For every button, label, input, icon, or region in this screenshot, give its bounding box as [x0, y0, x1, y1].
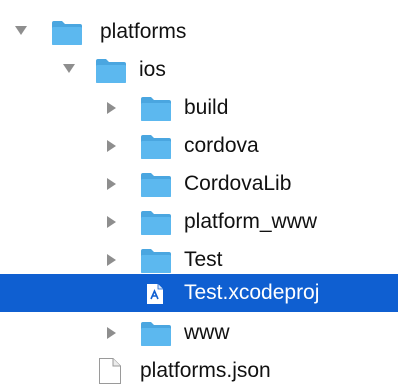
- disclosure-triangle-right-icon[interactable]: [104, 127, 122, 165]
- document-icon: [99, 358, 121, 384]
- tree-row-platform-www[interactable]: platform_www: [0, 203, 398, 241]
- tree-item-label: build: [184, 96, 229, 119]
- tree-item-label: platforms: [100, 20, 187, 43]
- folder-icon: [141, 135, 171, 159]
- tree-item-label: ios: [139, 58, 166, 81]
- tree-row-ios[interactable]: ios: [0, 51, 398, 89]
- folder-icon: [96, 59, 126, 83]
- disclosure-triangle-down-icon[interactable]: [12, 13, 30, 51]
- tree-row-cordovalib[interactable]: CordovaLib: [0, 165, 398, 203]
- tree-item-label: cordova: [184, 134, 259, 157]
- tree-item-label: Test.xcodeproj: [184, 281, 320, 304]
- disclosure-triangle-right-icon[interactable]: [104, 89, 122, 127]
- folder-icon: [141, 322, 171, 346]
- tree-row-build[interactable]: build: [0, 89, 398, 127]
- disclosure-triangle-down-icon[interactable]: [60, 51, 78, 89]
- folder-icon: [141, 97, 171, 121]
- tree-item-label: platform_www: [184, 210, 318, 233]
- tree-row-test-xcodeproj[interactable]: Test.xcodeproj: [0, 274, 398, 312]
- tree-row-www[interactable]: www: [0, 314, 398, 352]
- disclosure-triangle-right-icon[interactable]: [104, 165, 122, 203]
- tree-row-cordova[interactable]: cordova: [0, 127, 398, 165]
- folder-icon: [52, 21, 82, 45]
- folder-icon: [141, 211, 171, 235]
- xcode-project-icon: [147, 284, 163, 304]
- tree-item-label: www: [184, 321, 230, 344]
- disclosure-triangle-right-icon[interactable]: [104, 314, 122, 352]
- tree-item-label: CordovaLib: [184, 172, 292, 195]
- disclosure-triangle-right-icon[interactable]: [104, 203, 122, 241]
- tree-row-platforms-json[interactable]: platforms.json: [0, 352, 398, 390]
- folder-icon: [141, 173, 171, 197]
- file-tree: platforms ios build cordova CordovaLib p…: [0, 0, 398, 388]
- tree-row-platforms[interactable]: platforms: [0, 13, 398, 51]
- tree-item-label: platforms.json: [140, 359, 271, 382]
- folder-icon: [141, 249, 171, 273]
